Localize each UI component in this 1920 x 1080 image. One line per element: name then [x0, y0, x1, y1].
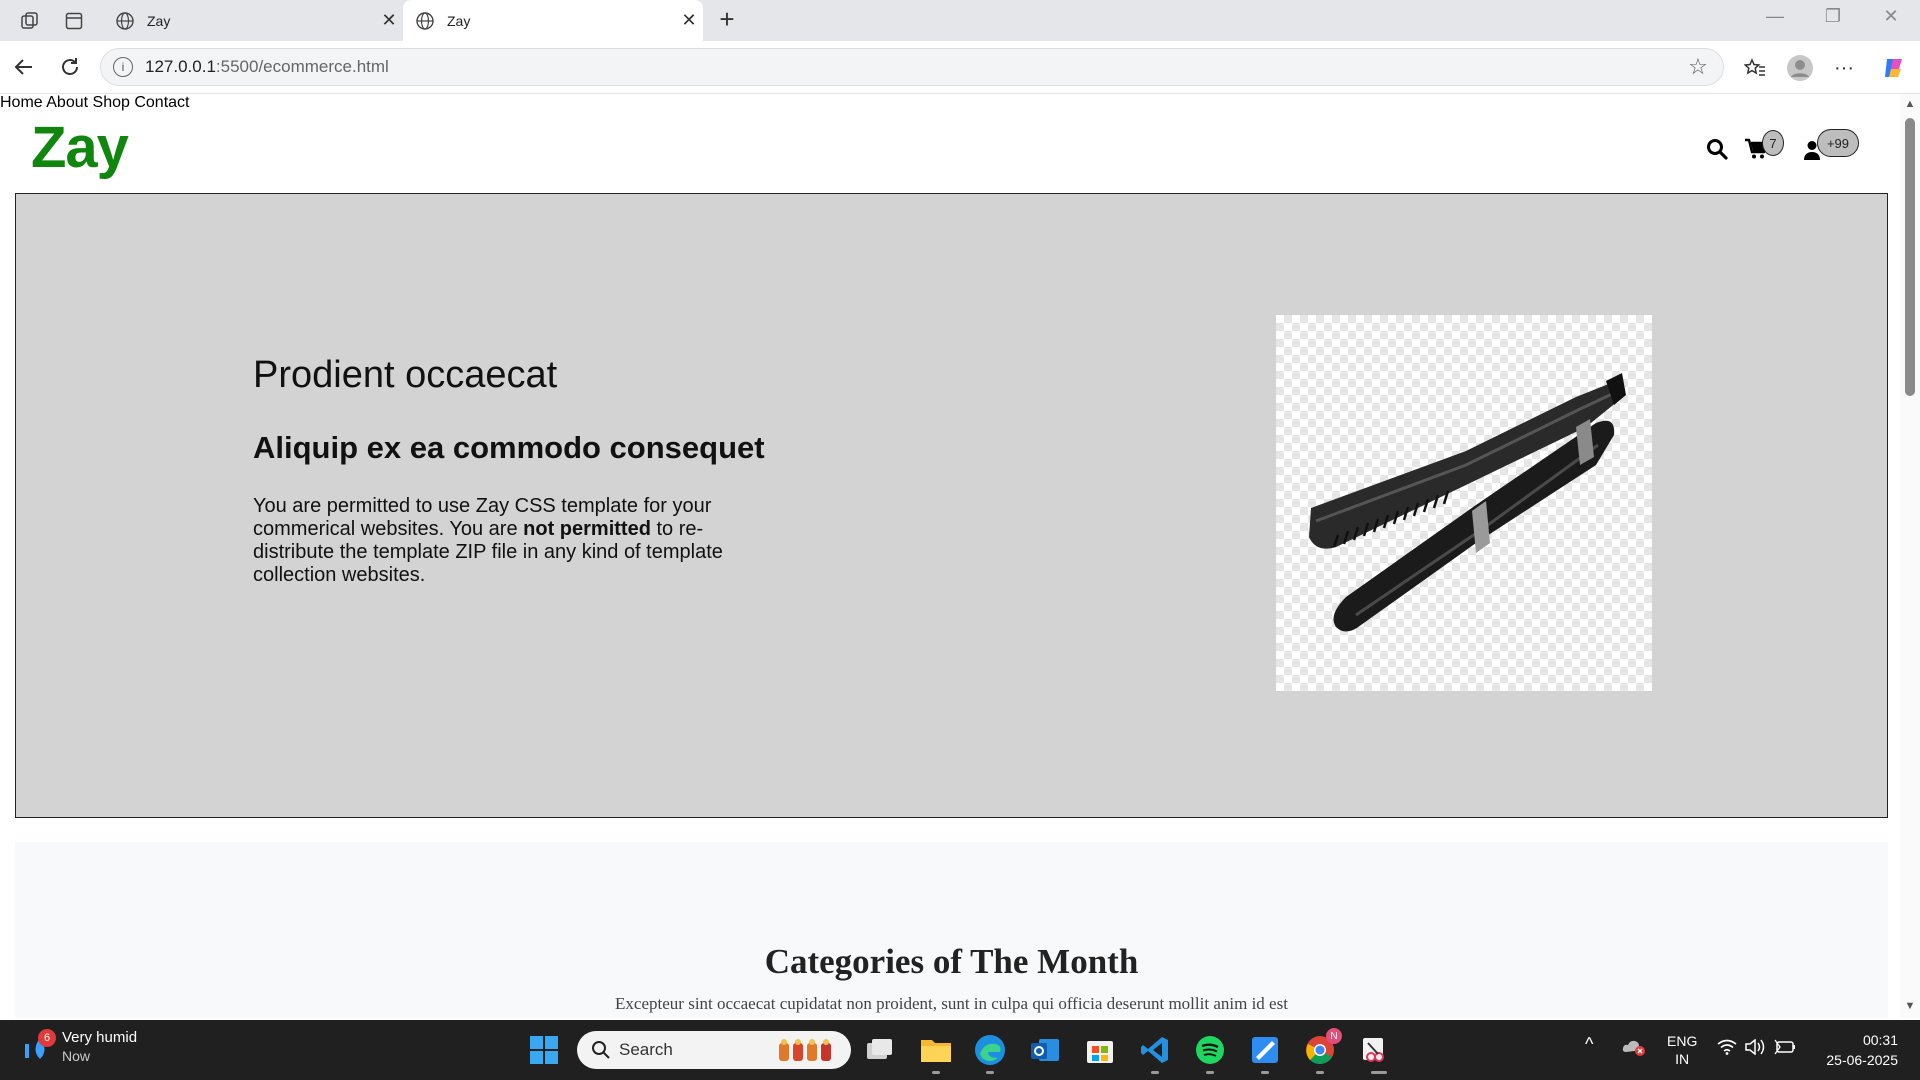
cart-count-badge: 7: [1762, 130, 1784, 156]
edge-browser-icon[interactable]: [972, 1032, 1008, 1068]
tab-title: Zay: [447, 12, 471, 29]
input-language-indicator[interactable]: ENG IN: [1667, 1032, 1697, 1068]
reload-icon: [62, 58, 78, 75]
page-scrollbar[interactable]: ▲ ▼: [1900, 94, 1920, 1018]
nav-shop-link[interactable]: Shop: [93, 94, 130, 111]
url-path: :5500/ecommerce.html: [215, 57, 389, 76]
categories-description: Excepteur sint occaecat cupidatat non pr…: [615, 994, 1288, 1013]
running-indicator: [1261, 1071, 1269, 1074]
outlook-icon[interactable]: [1027, 1032, 1063, 1068]
search-icon[interactable]: [1706, 138, 1728, 165]
workspaces-icon[interactable]: [17, 8, 43, 34]
categories-title: Categories of The Month: [764, 942, 1139, 981]
reload-button[interactable]: [54, 51, 86, 83]
globe-icon: [416, 11, 434, 30]
hair-straightener-image: [1276, 315, 1652, 691]
system-clock[interactable]: 00:31 25-06-2025: [1818, 1030, 1898, 1070]
taskbar-search-box[interactable]: Search: [577, 1031, 851, 1069]
hero-text-bold: not permitted: [523, 518, 651, 540]
browser-tab-1[interactable]: Zay ✕: [103, 0, 403, 41]
nav-contact-link[interactable]: Contact: [134, 94, 189, 111]
nav-home-link[interactable]: Home: [0, 94, 43, 111]
search-highlight-icon: [779, 1039, 831, 1061]
site-header: Zay Home About Shop Contact 7 +99: [0, 94, 1900, 193]
vscode-icon[interactable]: [1137, 1032, 1173, 1068]
copilot-icon[interactable]: [1879, 53, 1909, 83]
hero-banner: Prodient occaecat Aliquip ex ea commodo …: [15, 193, 1888, 818]
chrome-icon[interactable]: N: [1302, 1028, 1342, 1068]
close-icon[interactable]: ✕: [675, 10, 703, 31]
microsoft-store-icon[interactable]: [1082, 1032, 1118, 1068]
running-indicator: [1371, 1071, 1387, 1074]
weather-title: Very humid: [62, 1029, 138, 1046]
weather-subtitle: Now: [62, 1048, 91, 1064]
show-hidden-icons-chevron[interactable]: ^: [1585, 1034, 1593, 1055]
task-view-icon[interactable]: [862, 1032, 898, 1068]
user-count-badge: +99: [1817, 129, 1859, 157]
windows-taskbar: 6 Very humid Now Search N ^ ENG IN 00:31…: [0, 1020, 1920, 1080]
spotify-icon[interactable]: [1192, 1032, 1228, 1068]
scrollbar-thumb[interactable]: [1905, 118, 1915, 396]
image-editor-icon[interactable]: [1247, 1032, 1283, 1068]
page-viewport: Zay Home About Shop Contact 7 +99 Prodie…: [0, 94, 1900, 1018]
snipping-tool-icon[interactable]: [1357, 1032, 1393, 1068]
running-indicator: [932, 1071, 940, 1074]
windows-start-icon[interactable]: [526, 1032, 562, 1068]
tab-title: Zay: [147, 12, 171, 29]
site-info-icon[interactable]: i: [113, 57, 133, 77]
battery-icon[interactable]: [1774, 1039, 1796, 1058]
language-code: ENG: [1667, 1033, 1698, 1049]
favorites-icon[interactable]: [1740, 53, 1770, 83]
close-icon[interactable]: ✕: [375, 10, 403, 31]
running-indicator: [1316, 1071, 1324, 1074]
url-bar[interactable]: i 127.0.0.1:5500/ecommerce.html ☆: [100, 48, 1724, 86]
clock-time: 00:31: [1862, 1032, 1898, 1048]
language-region: IN: [1675, 1051, 1690, 1067]
search-icon: [592, 1041, 610, 1059]
volume-icon[interactable]: [1745, 1038, 1765, 1058]
categories-section: Categories of The Month Excepteur sint o…: [15, 842, 1888, 1018]
file-explorer-icon[interactable]: [918, 1032, 954, 1068]
profile-avatar-icon[interactable]: [1785, 53, 1815, 83]
back-arrow-icon: [14, 59, 32, 75]
browser-tab-2[interactable]: Zay ✕: [403, 0, 703, 41]
browser-tab-bar: Zay ✕ Zay ✕ + — ❐ ✕: [0, 0, 1920, 41]
new-tab-button[interactable]: +: [712, 4, 742, 35]
more-options-icon[interactable]: ···: [1829, 53, 1859, 83]
restore-icon[interactable]: ❐: [1810, 6, 1856, 27]
globe-icon: [116, 11, 134, 30]
scroll-up-arrow-icon[interactable]: ▲: [1904, 98, 1916, 110]
running-indicator: [1151, 1071, 1159, 1074]
weather-icon: 6: [22, 1029, 56, 1062]
clock-date: 25-06-2025: [1826, 1052, 1898, 1068]
site-logo[interactable]: Zay: [31, 114, 129, 181]
url-host: 127.0.0.1: [145, 57, 216, 76]
taskbar-search-label: Search: [619, 1040, 673, 1059]
onedrive-error-icon[interactable]: [1622, 1038, 1646, 1059]
nav-about-link[interactable]: About: [46, 94, 88, 111]
favorite-star-icon[interactable]: ☆: [1683, 54, 1713, 80]
url-text[interactable]: 127.0.0.1:5500/ecommerce.html: [145, 57, 1683, 77]
hero-subtitle: Aliquip ex ea commodo consequet: [253, 430, 765, 465]
vertical-tabs-icon[interactable]: [61, 8, 87, 34]
scroll-down-arrow-icon[interactable]: ▼: [1904, 1000, 1916, 1012]
window-close-icon[interactable]: ✕: [1868, 6, 1914, 27]
weather-badge: 6: [38, 1029, 56, 1047]
running-indicator: [1206, 1071, 1214, 1074]
running-indicator: [986, 1071, 994, 1074]
address-toolbar: i 127.0.0.1:5500/ecommerce.html ☆ ···: [0, 41, 1920, 94]
back-button[interactable]: [8, 51, 40, 83]
chrome-badge: N: [1326, 1028, 1342, 1044]
hero-title: Prodient occaecat: [253, 354, 558, 396]
weather-widget[interactable]: 6 Very humid Now: [22, 1028, 137, 1066]
minimize-icon[interactable]: —: [1752, 6, 1798, 27]
wifi-icon[interactable]: [1717, 1039, 1737, 1058]
hero-description: You are permitted to use Zay CSS templat…: [253, 495, 753, 587]
